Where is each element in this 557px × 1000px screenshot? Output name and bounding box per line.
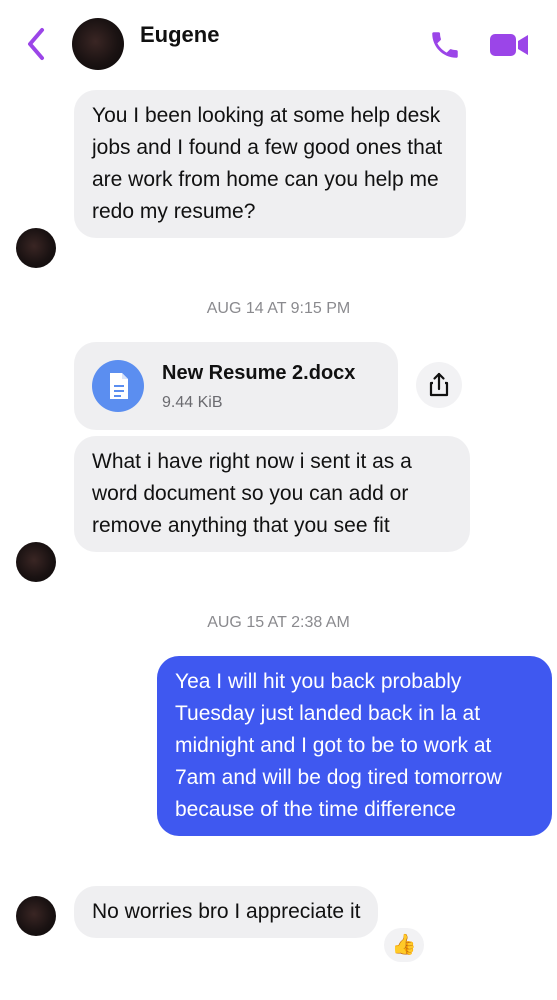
voice-call-button[interactable] xyxy=(428,28,462,62)
video-camera-icon xyxy=(490,34,528,56)
contact-avatar-small[interactable] xyxy=(16,228,56,268)
chevron-left-icon xyxy=(28,28,44,60)
video-call-button[interactable] xyxy=(488,30,530,60)
incoming-message[interactable]: What i have right now i sent it as a wor… xyxy=(74,436,470,552)
share-button[interactable] xyxy=(416,362,462,408)
contact-name[interactable]: Eugene xyxy=(140,22,219,48)
document-icon xyxy=(92,360,144,412)
contact-avatar-small[interactable] xyxy=(16,542,56,582)
incoming-message[interactable]: No worries bro I appreciate it xyxy=(74,886,379,938)
message-timestamp: AUG 14 AT 9:15 PM xyxy=(206,300,351,317)
file-size: 9.44 KiB xyxy=(162,394,223,411)
phone-icon xyxy=(432,32,458,58)
contact-avatar-small[interactable] xyxy=(16,896,56,936)
outgoing-message[interactable]: Yea I will hit you back probably Tuesday… xyxy=(157,656,552,836)
message-timestamp: AUG 15 AT 2:38 AM xyxy=(207,614,350,631)
contact-avatar[interactable] xyxy=(72,18,124,70)
file-attachment[interactable]: New Resume 2.docx 9.44 KiB xyxy=(74,342,398,430)
chat-header: Eugene xyxy=(0,0,557,78)
file-name: New Resume 2.docx xyxy=(162,362,356,384)
share-icon xyxy=(429,372,449,397)
back-button[interactable] xyxy=(22,26,50,62)
incoming-message[interactable]: You I been looking at some help desk job… xyxy=(74,90,466,238)
thumbs-up-reaction[interactable]: 👍 xyxy=(384,928,424,962)
